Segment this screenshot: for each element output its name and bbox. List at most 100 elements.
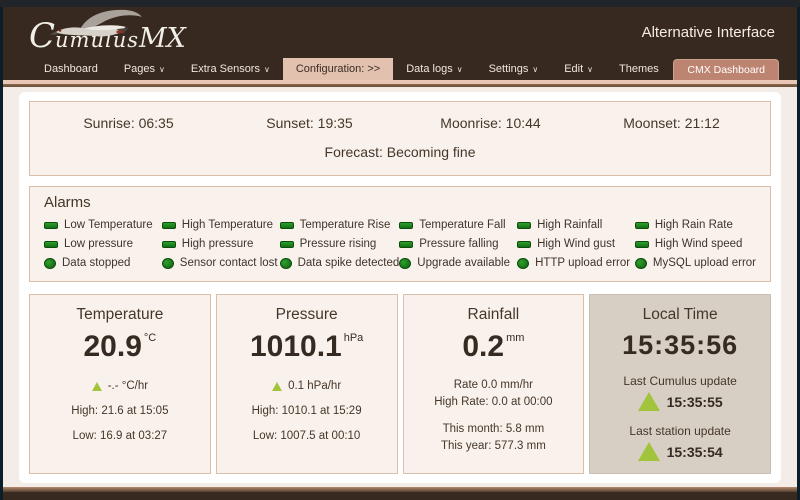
alarm-data-spike-detected: Data spike detected — [280, 257, 400, 269]
temperature-card-title: Temperature — [36, 306, 204, 324]
rainfall-number: 0.2 — [462, 330, 504, 363]
astro-panel: Sunrise: 06:35 Sunset: 19:35 Moonrise: 1… — [29, 101, 771, 176]
alarm-sensor-contact-lost: Sensor contact lost — [162, 257, 280, 269]
forecast-text: Forecast: Becoming fine — [38, 144, 762, 160]
led-bar-icon — [44, 222, 58, 229]
led-bar-icon — [280, 222, 294, 229]
led-bar-icon — [399, 241, 413, 248]
pressure-trend: 0.1 hPa/hr — [223, 380, 391, 392]
alarm-label: MySQL upload error — [653, 257, 756, 269]
trend-up-icon — [272, 382, 282, 391]
alarm-pressure-rising: Pressure rising — [280, 238, 400, 250]
alarm-temperature-fall: Temperature Fall — [399, 219, 517, 231]
alarm-label: Temperature Rise — [300, 219, 391, 231]
pressure-value: 1010.1hPa — [223, 330, 391, 364]
nav-label: Configuration: >> — [296, 63, 380, 75]
local-time-card-title: Local Time — [596, 306, 764, 324]
pressure-card: Pressure 1010.1hPa 0.1 hPa/hr High: 1010… — [216, 294, 398, 474]
temperature-value: 20.9°C — [36, 330, 204, 364]
alarm-label: Pressure rising — [300, 238, 377, 250]
nav-item-pages[interactable]: Pages ∨ — [111, 58, 178, 80]
nav-label: Extra Sensors — [191, 63, 260, 75]
temperature-trend-text: -.- °C/hr — [108, 380, 148, 392]
alarms-panel: Alarms Low Temperature High Temperature … — [29, 186, 771, 282]
alarm-low-pressure: Low pressure — [44, 238, 162, 250]
alarm-pressure-falling: Pressure falling — [399, 238, 517, 250]
footer: Alternative Interface Powered byCumulusM… — [3, 492, 797, 500]
alarm-label: High Wind speed — [655, 238, 743, 250]
led-bar-icon — [635, 241, 649, 248]
rainfall-year: This year: 577.3 mm — [410, 440, 578, 452]
pressure-low: Low: 1007.5 at 00:10 — [223, 430, 391, 442]
alarm-label: Data spike detected — [298, 257, 400, 269]
cumulusmx-logo[interactable]: CumulusMX — [29, 13, 186, 53]
alarm-high-temperature: High Temperature — [162, 219, 280, 231]
led-round-icon — [280, 258, 292, 269]
led-bar-icon — [162, 241, 176, 248]
alarm-label: Temperature Fall — [419, 219, 505, 231]
led-round-icon — [517, 258, 529, 269]
rainfall-card-title: Rainfall — [410, 306, 578, 324]
led-round-icon — [635, 258, 647, 269]
temperature-unit: °C — [144, 332, 156, 344]
alarm-low-temperature: Low Temperature — [44, 219, 162, 231]
sunset-value: Sunset: 19:35 — [219, 115, 400, 131]
astro-row: Sunrise: 06:35 Sunset: 19:35 Moonrise: 1… — [38, 115, 762, 131]
alarm-data-stopped: Data stopped — [44, 257, 162, 269]
rainfall-month: This month: 5.8 mm — [410, 423, 578, 435]
trend-up-icon — [92, 382, 102, 391]
sunset-time: 19:35 — [318, 115, 353, 131]
nav-label: Data logs — [406, 63, 452, 75]
temperature-low: Low: 16.9 at 03:27 — [36, 430, 204, 442]
chevron-down-icon: ∨ — [532, 65, 538, 74]
pressure-unit: hPa — [344, 332, 364, 344]
cmx-dashboard-button[interactable]: CMX Dashboard — [673, 59, 779, 80]
led-bar-icon — [44, 241, 58, 248]
nav-item-edit[interactable]: Edit∨ — [551, 58, 606, 80]
moonset-label: Moonset: — [623, 115, 681, 131]
alarm-upgrade-available: Upgrade available — [399, 257, 517, 269]
nav-item-extra-sensors[interactable]: Extra Sensors∨ — [178, 58, 283, 80]
alarm-label: Pressure falling — [419, 238, 498, 250]
last-station-update-row: 15:35:54 — [596, 442, 764, 461]
sunset-label: Sunset: — [266, 115, 313, 131]
trend-up-icon — [638, 392, 660, 411]
alarm-label: High pressure — [182, 238, 254, 250]
last-cumulus-update-row: 15:35:55 — [596, 392, 764, 411]
cards-row: Temperature 20.9°C -.- °C/hr High: 21.6 … — [29, 294, 771, 474]
nav-item-themes[interactable]: Themes — [606, 58, 672, 80]
chevron-down-icon: ∨ — [159, 65, 165, 74]
nav-item-configuration[interactable]: Configuration: >> — [283, 58, 393, 80]
rainfall-rate: Rate 0.0 mm/hr — [410, 379, 578, 391]
alarm-high-rainfall: High Rainfall — [517, 219, 635, 231]
nav-bar: Dashboard Pages∨ Extra Sensors∨ Configur… — [3, 58, 797, 80]
pressure-number: 1010.1 — [250, 330, 342, 363]
last-cumulus-update-label: Last Cumulus update — [596, 374, 764, 388]
rainfall-card: Rainfall 0.2mm Rate 0.0 mm/hr High Rate:… — [403, 294, 585, 474]
trend-up-icon — [638, 442, 660, 461]
sunrise-time: 06:35 — [139, 115, 174, 131]
moonset-value: Moonset: 21:12 — [581, 115, 762, 131]
alarm-label: Sensor contact lost — [180, 257, 278, 269]
nav-item-dashboard[interactable]: Dashboard — [31, 58, 111, 80]
last-station-update-time: 15:35:54 — [667, 444, 723, 460]
moonrise-time: 10:44 — [506, 115, 541, 131]
alarm-temperature-rise: Temperature Rise — [280, 219, 400, 231]
moonset-time: 21:12 — [685, 115, 720, 131]
local-time-value: 15:35:56 — [596, 330, 764, 361]
nav-item-data-logs[interactable]: Data logs∨ — [393, 58, 475, 80]
alarm-label: Low Temperature — [64, 219, 153, 231]
led-round-icon — [399, 258, 411, 269]
rainfall-value: 0.2mm — [410, 330, 578, 364]
alarm-high-rain-rate: High Rain Rate — [635, 219, 756, 231]
nav-item-settings[interactable]: Settings∨ — [476, 58, 552, 80]
led-bar-icon — [635, 222, 649, 229]
led-bar-icon — [280, 241, 294, 248]
content-container: Sunrise: 06:35 Sunset: 19:35 Moonrise: 1… — [19, 92, 781, 483]
moonrise-value: Moonrise: 10:44 — [400, 115, 581, 131]
alarm-label: Low pressure — [64, 238, 133, 250]
local-time-card: Local Time 15:35:56 Last Cumulus update … — [589, 294, 771, 474]
nav-label: Pages — [124, 63, 155, 75]
led-round-icon — [162, 258, 174, 269]
temperature-number: 20.9 — [84, 330, 142, 363]
